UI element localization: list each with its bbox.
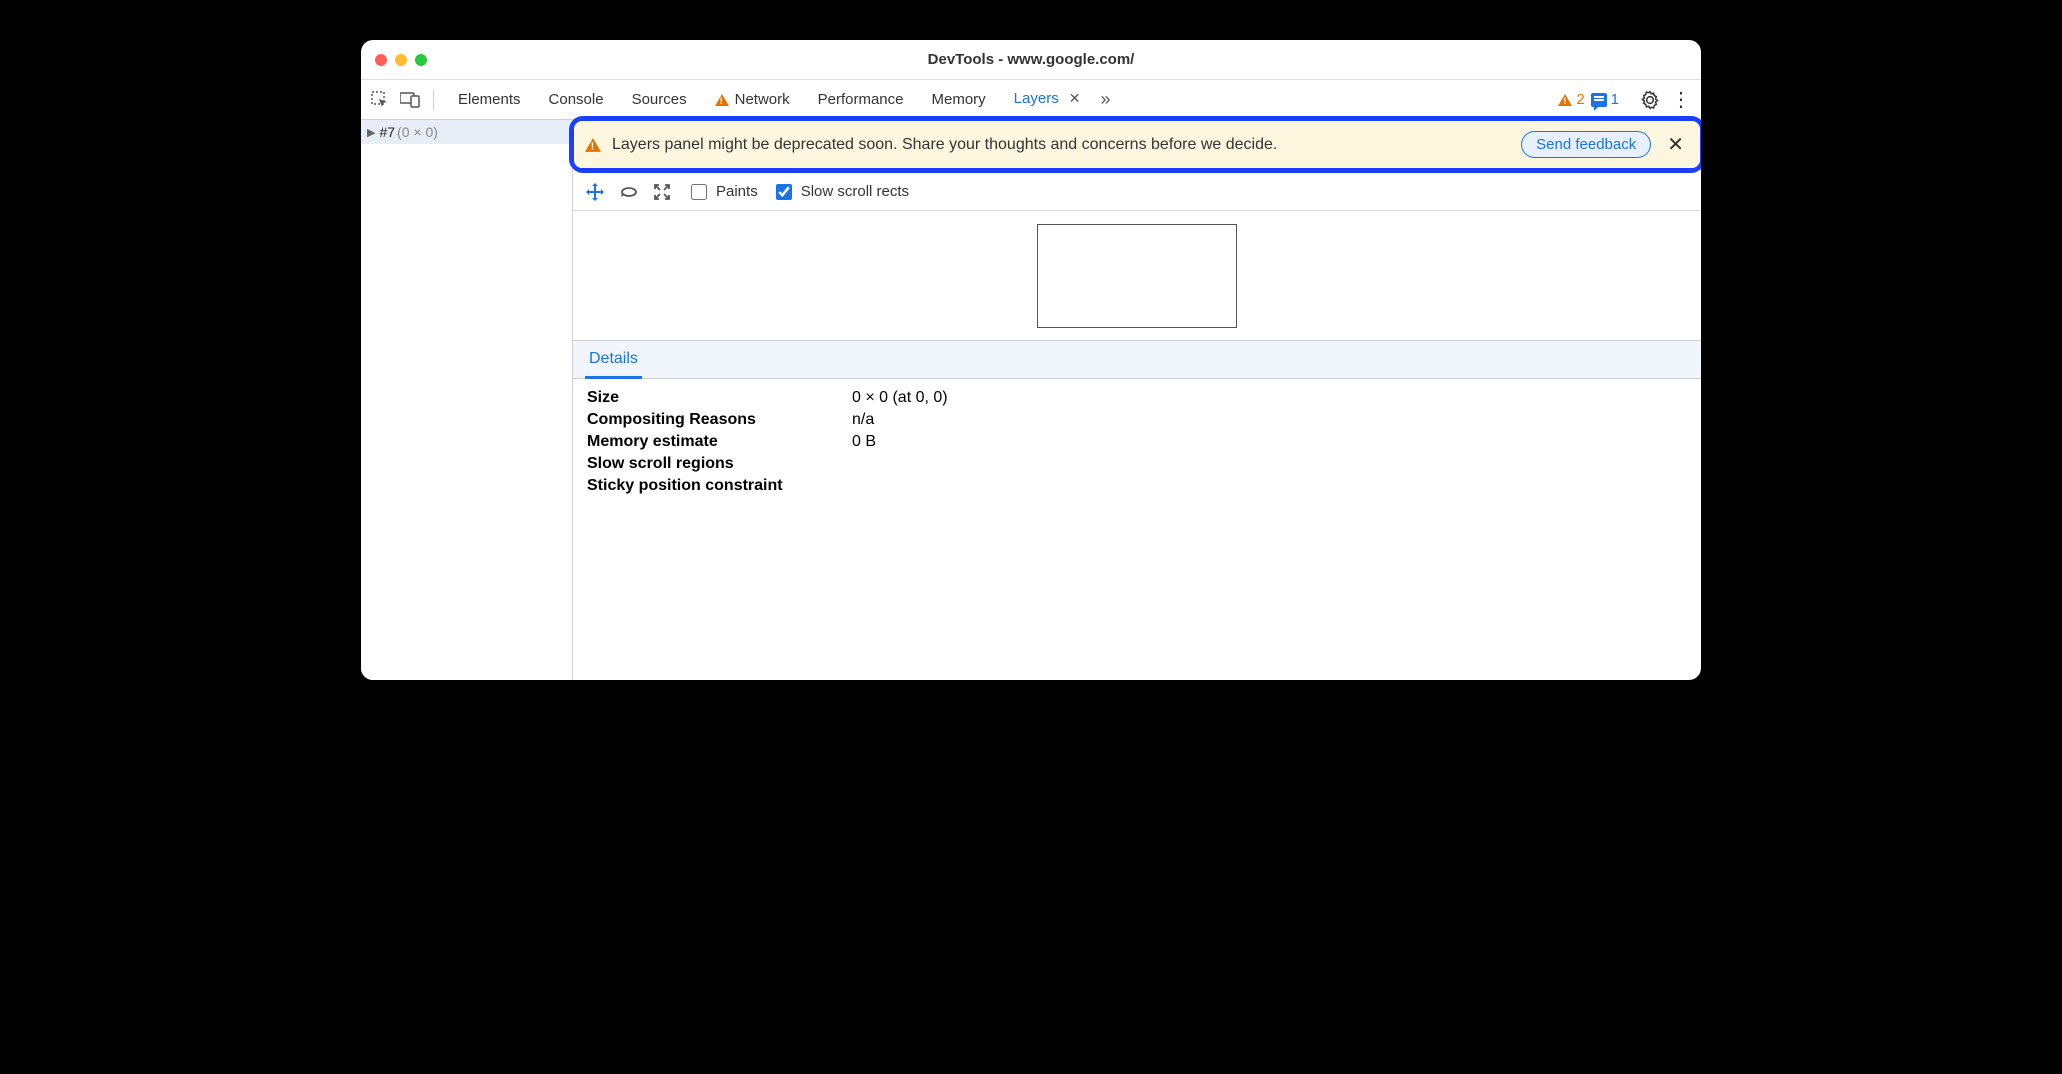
close-window-button[interactable] [375, 54, 387, 66]
window-title: DevTools - www.google.com/ [361, 51, 1701, 68]
layers-tree-sidebar: ▶ #7 (0 × 0) [361, 120, 573, 680]
layer-id: #7 [379, 124, 395, 140]
panel-tabs: Elements Console Sources Network Perform… [444, 80, 1112, 120]
minimize-window-button[interactable] [395, 54, 407, 66]
slow-scroll-label: Slow scroll rects [801, 183, 909, 200]
close-icon[interactable]: ✕ [1069, 90, 1081, 107]
traffic-lights [375, 54, 427, 66]
tab-performance[interactable]: Performance [804, 80, 918, 120]
detail-label: Sticky position constraint [587, 477, 852, 495]
detail-row: Size 0 × 0 (at 0, 0) [587, 389, 1687, 407]
layers-main-pane: Layers panel might be deprecated soon. S… [573, 120, 1701, 680]
details-tab-bar: Details [573, 341, 1701, 379]
detail-label: Compositing Reasons [587, 411, 852, 429]
deprecation-banner: Layers panel might be deprecated soon. S… [574, 121, 1700, 168]
toolbar-divider [433, 89, 434, 111]
warnings-counter[interactable]: 2 [1558, 91, 1584, 108]
detail-label: Memory estimate [587, 433, 852, 451]
tab-network[interactable]: Network [701, 80, 804, 120]
layer-tree-item[interactable]: ▶ #7 (0 × 0) [361, 120, 572, 144]
zoom-window-button[interactable] [415, 54, 427, 66]
layer-dimensions: (0 × 0) [397, 124, 438, 140]
paints-checkbox-input[interactable] [691, 184, 707, 200]
tab-sources[interactable]: Sources [618, 80, 701, 120]
settings-button[interactable] [1637, 87, 1663, 113]
layers-view-toolbar: Paints Slow scroll rects [573, 173, 1701, 211]
send-feedback-button[interactable]: Send feedback [1521, 131, 1651, 158]
tab-console[interactable]: Console [535, 80, 618, 120]
details-panel: Size 0 × 0 (at 0, 0) Compositing Reasons… [573, 379, 1701, 509]
warning-icon [1558, 94, 1572, 106]
expand-arrow-icon[interactable]: ▶ [367, 126, 375, 139]
detail-row: Compositing Reasons n/a [587, 411, 1687, 429]
paints-checkbox[interactable]: Paints [687, 181, 758, 203]
reset-view-icon[interactable] [653, 183, 673, 201]
devtools-window: DevTools - www.google.com/ Elements Cons… [361, 40, 1701, 680]
paints-label: Paints [716, 183, 758, 200]
detail-value: 0 × 0 (at 0, 0) [852, 389, 948, 407]
tab-layers[interactable]: Layers ✕ [1000, 80, 1095, 120]
pan-mode-icon[interactable] [585, 182, 605, 202]
detail-value: 0 B [852, 433, 876, 451]
issues-counter[interactable]: 1 [1591, 91, 1619, 108]
rotate-mode-icon[interactable] [619, 184, 639, 200]
warning-icon [715, 94, 729, 106]
issue-counters: 2 1 [1558, 91, 1619, 108]
detail-row: Sticky position constraint [587, 477, 1687, 495]
banner-message: Layers panel might be deprecated soon. S… [612, 136, 1509, 154]
detail-row: Slow scroll regions [587, 455, 1687, 473]
slow-scroll-checkbox-input[interactable] [776, 184, 792, 200]
layers-3d-view[interactable] [573, 211, 1701, 341]
chat-icon [1591, 93, 1607, 107]
detail-label: Size [587, 389, 852, 407]
close-icon[interactable]: ✕ [1663, 132, 1688, 157]
detail-row: Memory estimate 0 B [587, 433, 1687, 451]
tab-elements[interactable]: Elements [444, 80, 535, 120]
deprecation-banner-highlight: Layers panel might be deprecated soon. S… [569, 116, 1701, 173]
slow-scroll-checkbox[interactable]: Slow scroll rects [772, 181, 909, 203]
titlebar: DevTools - www.google.com/ [361, 40, 1701, 80]
more-tabs-icon[interactable]: » [1094, 89, 1112, 110]
inspect-element-icon[interactable] [367, 87, 393, 113]
device-toolbar-icon[interactable] [397, 87, 423, 113]
layer-rect[interactable] [1037, 224, 1237, 328]
detail-value: n/a [852, 411, 874, 429]
main-toolbar: Elements Console Sources Network Perform… [361, 80, 1701, 120]
panel-content: ▶ #7 (0 × 0) Layers panel might be depre… [361, 120, 1701, 680]
detail-label: Slow scroll regions [587, 455, 852, 473]
details-tab[interactable]: Details [585, 342, 642, 379]
warning-icon [585, 138, 601, 152]
more-options-button[interactable]: ⋮ [1667, 87, 1695, 112]
tab-memory[interactable]: Memory [918, 80, 1000, 120]
